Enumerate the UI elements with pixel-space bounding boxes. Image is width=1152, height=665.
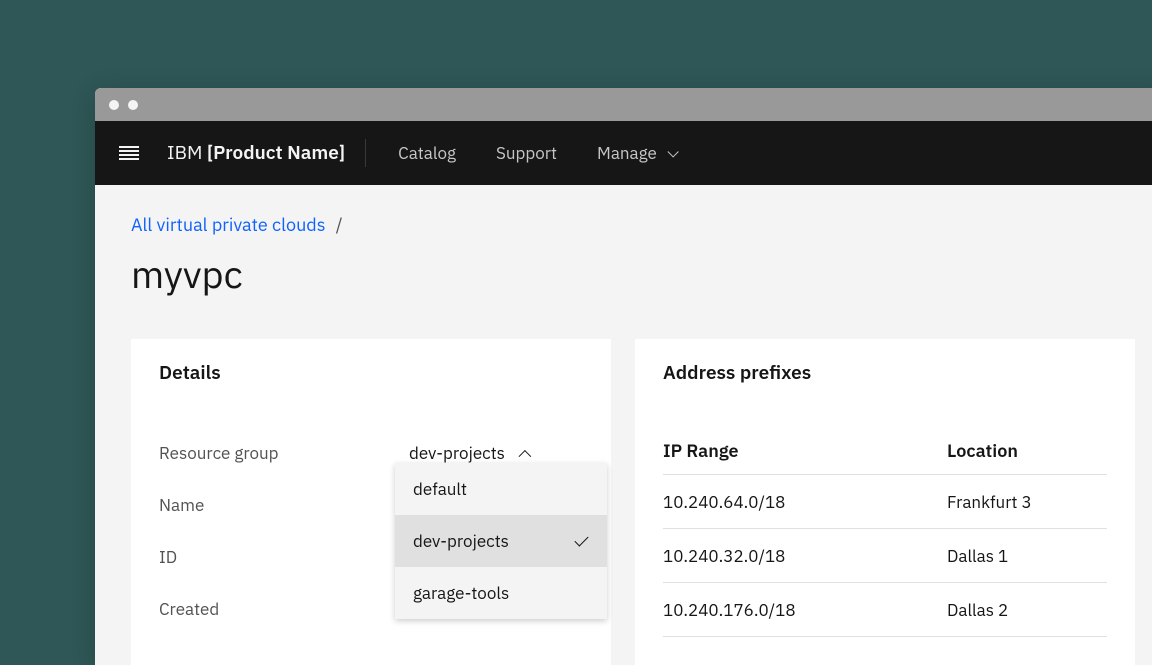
detail-label: Name xyxy=(159,494,409,516)
nav-support[interactable]: Support xyxy=(496,142,557,164)
details-card: Details Resource group dev-projects Name… xyxy=(131,339,611,665)
resource-group-dropdown[interactable]: dev-projects xyxy=(409,442,531,464)
cell-location: Dallas 1 xyxy=(947,545,1107,567)
brand-prefix: IBM xyxy=(167,141,207,165)
cards-row: Details Resource group dev-projects Name… xyxy=(131,339,1139,665)
cell-location: Frankfurt 3 xyxy=(947,491,1107,513)
breadcrumb-separator: / xyxy=(336,213,343,236)
dropdown-option-label: default xyxy=(413,478,467,500)
table-row: 10.240.64.0/18 Frankfurt 3 xyxy=(663,475,1107,529)
cell-ip: 10.240.176.0/18 xyxy=(663,599,947,621)
column-ip-range: IP Range xyxy=(663,439,947,462)
column-location: Location xyxy=(947,439,1107,462)
chevron-up-icon xyxy=(519,449,531,457)
window-control-dot[interactable] xyxy=(128,100,138,110)
os-titlebar xyxy=(95,88,1152,121)
cell-ip: 10.240.32.0/18 xyxy=(663,545,947,567)
nav-catalog[interactable]: Catalog xyxy=(398,142,456,164)
dropdown-option-dev-projects[interactable]: dev-projects xyxy=(395,515,607,567)
global-header: IBM [Product Name] Catalog Support Manag… xyxy=(95,121,1152,185)
cell-ip: 10.240.64.0/18 xyxy=(663,491,947,513)
detail-label: ID xyxy=(159,546,409,568)
page-title: myvpc xyxy=(131,250,1139,299)
address-prefixes-card: Address prefixes IP Range Location 10.24… xyxy=(635,339,1135,665)
dropdown-option-garage-tools[interactable]: garage-tools xyxy=(395,567,607,619)
dropdown-option-label: garage-tools xyxy=(413,582,509,604)
prefixes-table: IP Range Location 10.240.64.0/18 Frankfu… xyxy=(663,427,1107,637)
chevron-down-icon xyxy=(667,150,677,156)
breadcrumb: All virtual private clouds / xyxy=(131,213,1139,236)
detail-label: Created xyxy=(159,598,409,620)
detail-label: Resource group xyxy=(159,442,409,464)
dropdown-option-label: dev-projects xyxy=(413,530,509,552)
brand: IBM [Product Name] xyxy=(167,141,345,165)
table-header: IP Range Location xyxy=(663,427,1107,475)
prefixes-heading: Address prefixes xyxy=(663,361,1107,385)
resource-group-dropdown-menu: default dev-projects garage-tools xyxy=(395,463,607,619)
dropdown-option-default[interactable]: default xyxy=(395,463,607,515)
header-divider xyxy=(365,139,366,167)
nav-manage[interactable]: Manage xyxy=(597,142,677,164)
table-row: 10.240.176.0/18 Dallas 2 xyxy=(663,583,1107,637)
page-body: All virtual private clouds / myvpc Detai… xyxy=(95,185,1152,665)
table-row: 10.240.32.0/18 Dallas 1 xyxy=(663,529,1107,583)
breadcrumb-parent-link[interactable]: All virtual private clouds xyxy=(131,213,326,236)
window-control-dot[interactable] xyxy=(109,100,119,110)
details-heading: Details xyxy=(159,361,583,385)
dropdown-selected-value: dev-projects xyxy=(409,442,505,464)
nav-manage-label: Manage xyxy=(597,142,657,164)
header-nav: Catalog Support Manage xyxy=(398,142,677,164)
cell-location: Dallas 2 xyxy=(947,599,1107,621)
checkmark-icon xyxy=(575,536,589,546)
brand-product: [Product Name] xyxy=(207,141,345,165)
app-window: IBM [Product Name] Catalog Support Manag… xyxy=(95,88,1152,665)
hamburger-menu-icon[interactable] xyxy=(119,146,139,160)
